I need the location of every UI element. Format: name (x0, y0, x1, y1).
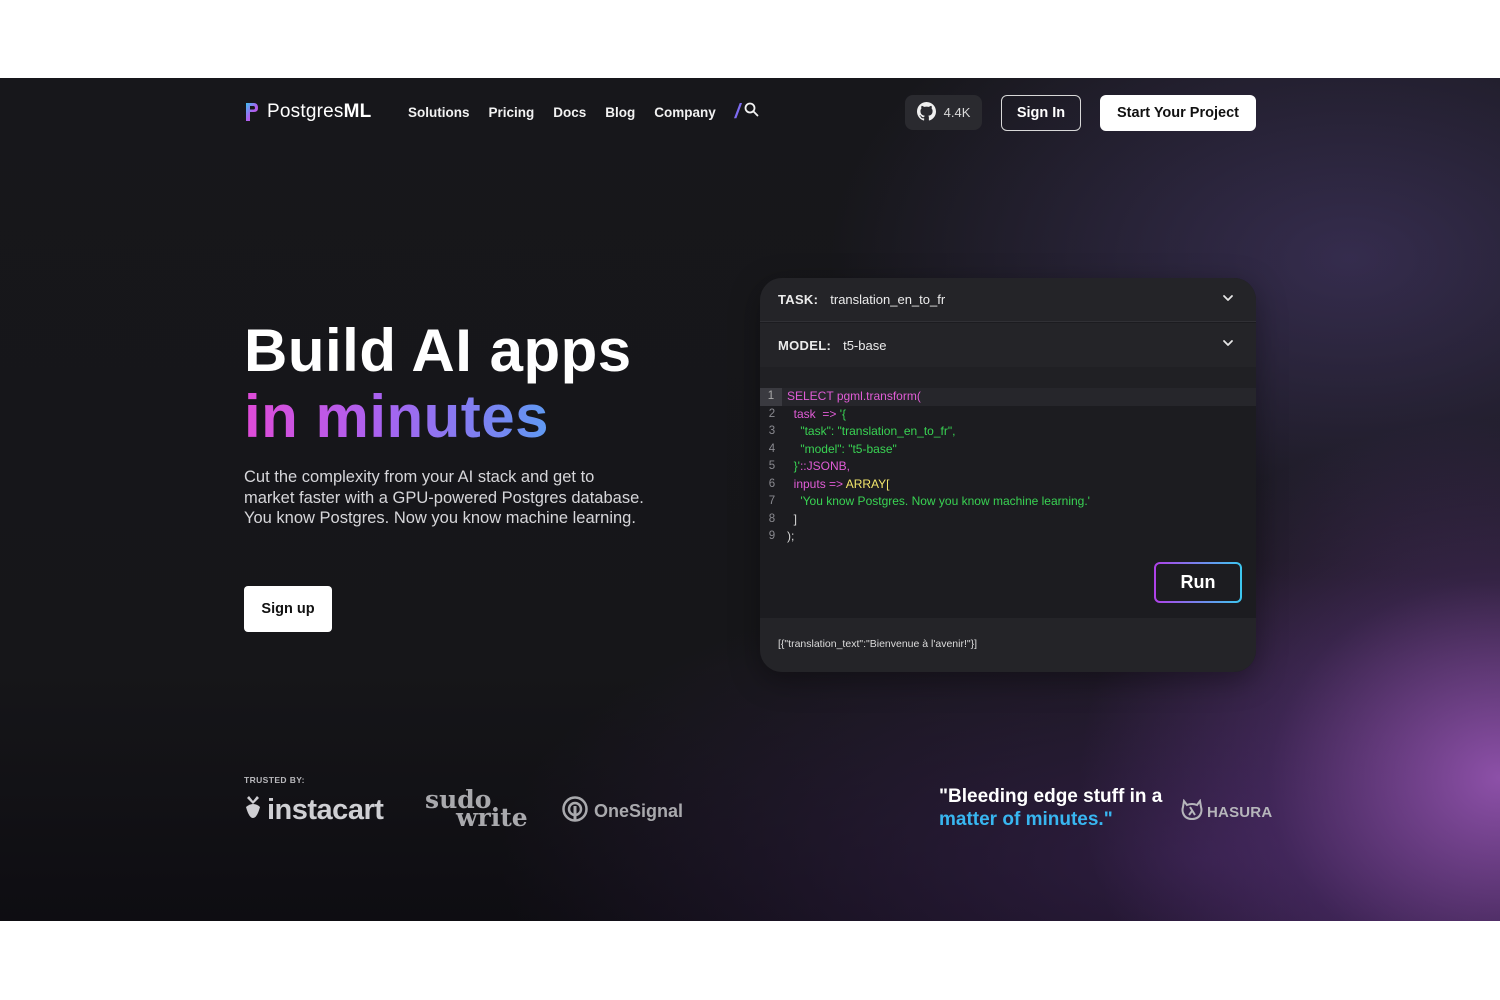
line-number: 9 (768, 530, 776, 542)
nav-link-company[interactable]: Company (654, 105, 716, 120)
page-viewport: PostgresML Solutions Pricing Docs Blog C… (0, 78, 1500, 921)
task-select[interactable]: TASK: translation_en_to_fr (760, 278, 1256, 322)
line-number: 3 (768, 425, 776, 437)
brand-name: PostgresML (267, 101, 371, 123)
quote-line-1: "Bleeding edge stuff in a (939, 786, 1163, 807)
code-line[interactable]: 4 "model": "t5-base" (760, 441, 1256, 459)
line-number: 4 (768, 442, 776, 455)
code-token: SELECT (787, 389, 837, 403)
onesignal-logo: OneSignal (562, 796, 683, 827)
code-token: ::JSONB, (799, 459, 850, 473)
chevron-down-icon (1222, 292, 1234, 307)
code-token: => (829, 476, 846, 491)
code-text: task => '{ (787, 406, 846, 424)
instacart-logo: instacart (243, 790, 384, 830)
github-star-count: 4.4K (943, 105, 971, 120)
sign-up-button[interactable]: Sign up (244, 586, 332, 632)
code-token: 'You know Postgres. Now you know machine… (787, 494, 1090, 508)
sql-code-editor[interactable]: 1 SELECT pgml.transform(2 task => '{3 "ta… (760, 388, 1256, 546)
code-line[interactable]: 7 'You know Postgres. Now you know machi… (760, 493, 1256, 511)
sign-in-button[interactable]: Sign In (1001, 95, 1081, 131)
code-text: ); (787, 528, 794, 546)
next-section-heading-cutoff (507, 908, 518, 921)
sudowrite-logo: sudo write (425, 785, 528, 833)
code-text: SELECT pgml.transform( (787, 388, 921, 406)
github-stars-button[interactable]: 4.4K (905, 95, 982, 130)
instacart-wordmark: instacart (267, 793, 384, 826)
code-line[interactable]: 8 ] (760, 511, 1256, 529)
run-button[interactable]: Run (1154, 562, 1242, 603)
editor-toolbar (760, 367, 1256, 389)
line-number: 5 (768, 460, 776, 472)
code-token: '{ (839, 406, 847, 421)
search-button[interactable]: / (735, 102, 760, 122)
model-label: MODEL: (778, 337, 832, 353)
code-text: "model": "t5-base" (787, 441, 897, 459)
code-token: "task": "translation_en_to_fr", (787, 424, 956, 438)
code-token: }' (787, 459, 800, 473)
nav-link-solutions[interactable]: Solutions (408, 105, 470, 120)
chevron-down-icon (1222, 337, 1234, 352)
nav-links: Solutions Pricing Docs Blog Company / (408, 102, 759, 122)
onesignal-wordmark: OneSignal (594, 801, 684, 821)
onesignal-icon (562, 796, 588, 827)
line-number: 8 (768, 512, 776, 525)
nav-link-blog[interactable]: Blog (605, 105, 635, 120)
hasura-icon (1181, 798, 1203, 825)
hasura-logo: HASURA (1181, 798, 1273, 825)
line-number: 6 (768, 477, 776, 490)
postgresml-logo-icon (245, 102, 259, 122)
trusted-by-label: TRUSTED BY: (244, 775, 305, 785)
line-number: 1 (760, 388, 782, 406)
code-text: inputs => ARRAY[ (787, 476, 890, 494)
hero-title-line-2: in minutes (244, 384, 632, 450)
hero-description: Cut the complexity from your AI stack an… (244, 468, 644, 527)
nav-link-pricing[interactable]: Pricing (489, 105, 535, 120)
line-number: 2 (768, 407, 776, 420)
code-text: 'You know Postgres. Now you know machine… (787, 493, 1090, 511)
code-text: }'::JSONB, (787, 458, 850, 476)
code-text: "task": "translation_en_to_fr", (787, 423, 955, 441)
demo-panel: TASK: translation_en_to_fr MODEL: t5-bas… (760, 278, 1256, 672)
top-nav: PostgresML Solutions Pricing Docs Blog C… (0, 78, 1500, 148)
task-value: translation_en_to_fr (830, 292, 946, 307)
code-line[interactable]: 2 task => '{ (760, 406, 1256, 424)
code-token: ARRAY[ (845, 476, 890, 491)
brand-logo[interactable]: PostgresML (245, 100, 371, 124)
query-result: [{"translation_text":"Bienvenue à l'aven… (760, 618, 1256, 672)
code-token: task (787, 406, 823, 421)
quote-line-2: matter of minutes." (939, 809, 1113, 830)
hero-title-line-1: Build AI apps (244, 317, 632, 384)
code-line[interactable]: 9); (760, 528, 1256, 546)
task-label: TASK: (778, 292, 819, 307)
model-select[interactable]: MODEL: t5-base (760, 323, 1256, 367)
nav-link-docs[interactable]: Docs (553, 105, 586, 120)
start-your-project-button[interactable]: Start Your Project (1100, 95, 1256, 131)
search-icon (744, 102, 759, 122)
code-token: pgml.transform( (836, 389, 921, 403)
code-text: ] (787, 511, 797, 529)
search-shortcut-slash: / (734, 101, 741, 123)
code-line[interactable]: 3 "task": "translation_en_to_fr", (760, 423, 1256, 441)
code-line[interactable]: 6 inputs => ARRAY[ (760, 476, 1256, 494)
code-line[interactable]: 5 }'::JSONB, (760, 458, 1256, 476)
brand-name-light: Postgres (267, 101, 344, 122)
brand-name-bold: ML (343, 101, 372, 122)
code-token: "model": "t5-base" (787, 441, 897, 456)
code-line[interactable]: 1 SELECT pgml.transform( (760, 388, 1256, 406)
hero-title: Build AI apps in minutes (244, 318, 632, 450)
code-token: ] (787, 511, 798, 526)
github-icon (916, 101, 936, 124)
code-token: ); (787, 529, 795, 543)
hasura-wordmark: HASURA (1207, 803, 1273, 821)
code-token: inputs (787, 476, 830, 491)
testimonial-quote: "Bleeding edge stuff in a matter of minu… (939, 785, 1162, 831)
line-number: 7 (768, 495, 776, 507)
code-token: => (822, 406, 840, 421)
model-value: t5-base (843, 337, 887, 353)
sudowrite-wordmark-bottom: write (456, 803, 528, 832)
carrot-icon (243, 794, 263, 827)
